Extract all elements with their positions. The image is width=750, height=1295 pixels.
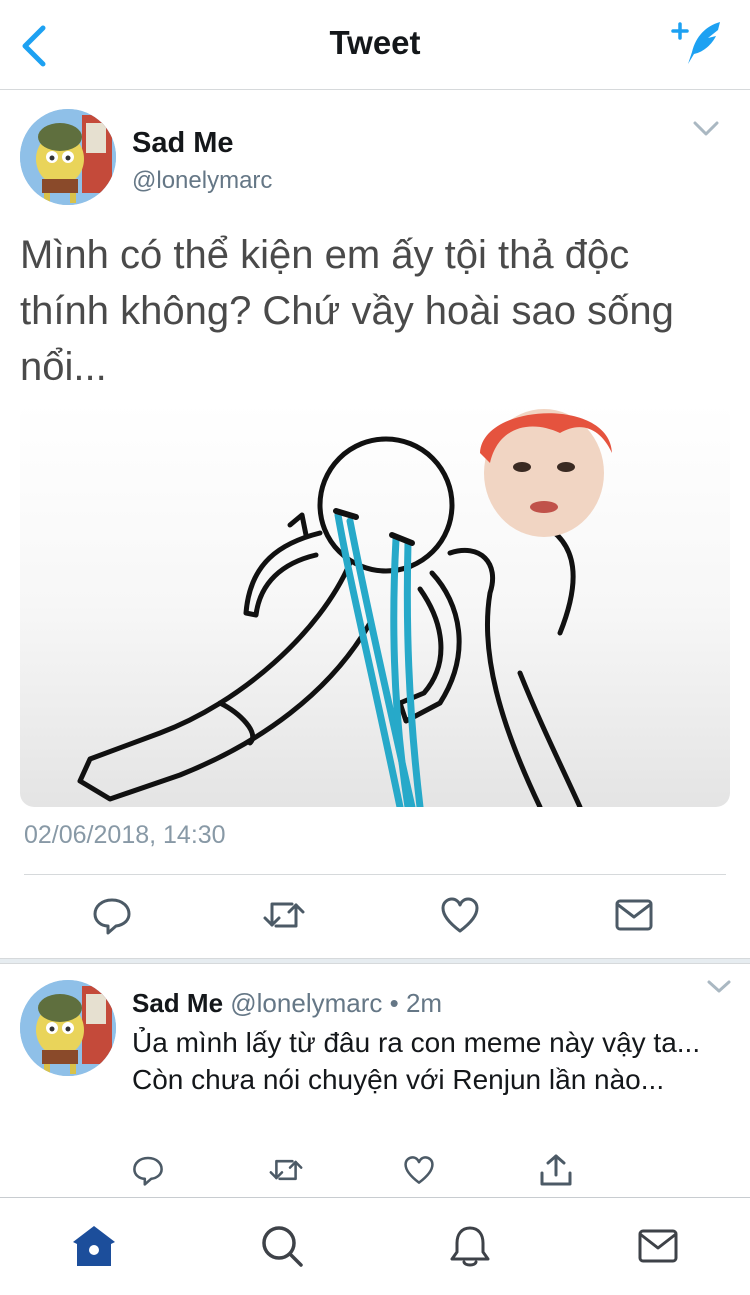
tweet-text: Mình có thể kiện em ấy tội thả độc thính… [20,233,674,389]
page-title: Tweet [329,24,421,61]
chevron-down-icon [693,121,719,136]
home-icon [73,1226,115,1266]
bottom-tab-bar [0,1197,750,1295]
tab-home[interactable] [70,1222,118,1270]
meta-separator: • [382,988,406,1018]
avatar[interactable] [20,980,116,1076]
share-icon [540,1154,572,1186]
message-icon [615,899,653,931]
reply-button[interactable] [130,1152,166,1188]
tweet-options-button[interactable] [692,119,720,139]
reply-tweet[interactable]: Sad Me @lonelymarc • 2m Ủa mình lấy từ đ… [0,964,750,1197]
reply-options-button[interactable] [706,978,732,996]
retweet-button[interactable] [268,1152,304,1188]
like-icon [441,897,479,933]
tab-messages[interactable] [634,1222,682,1270]
notifications-icon [450,1226,490,1267]
retweet-icon [269,1159,303,1181]
share-button[interactable] [538,1152,574,1188]
search-icon [262,1226,303,1267]
avatar-image [20,980,116,1076]
tab-notifications[interactable] [446,1222,494,1270]
avatar-image [20,109,116,205]
reply-author-name[interactable]: Sad Me [132,988,223,1018]
chevron-down-icon [707,980,731,993]
tab-search[interactable] [258,1222,306,1270]
avatar[interactable] [20,109,116,205]
reply-icon [93,898,131,935]
retweet-icon [263,902,305,928]
direct-message-button[interactable] [612,893,656,937]
top-bar: Tweet [0,0,750,90]
reply-icon [133,1156,163,1186]
tweet-media[interactable] [20,403,730,807]
like-button[interactable] [401,1152,437,1188]
author-name[interactable]: Sad Me [132,127,234,160]
messages-icon [638,1229,678,1263]
reply-text: Ủa mình lấy từ đâu ra con meme này vậy t… [132,1027,701,1095]
reply-author-handle[interactable]: @lonelymarc [230,988,382,1018]
retweet-button[interactable] [262,893,306,937]
tweet-timestamp: 02/06/2018, 14:30 [24,821,226,849]
like-button[interactable] [438,893,482,937]
tweet-actions [0,875,750,955]
compose-feather-icon [671,22,720,64]
compose-button[interactable] [670,18,726,68]
meme-image [77,409,612,807]
reply-actions [0,1152,750,1192]
reply-button[interactable] [90,893,134,937]
like-icon [404,1156,434,1184]
reply-header: Sad Me @lonelymarc • 2m [132,988,442,1019]
reply-age: 2m [405,988,443,1018]
author-handle[interactable]: @lonelymarc [132,167,272,195]
